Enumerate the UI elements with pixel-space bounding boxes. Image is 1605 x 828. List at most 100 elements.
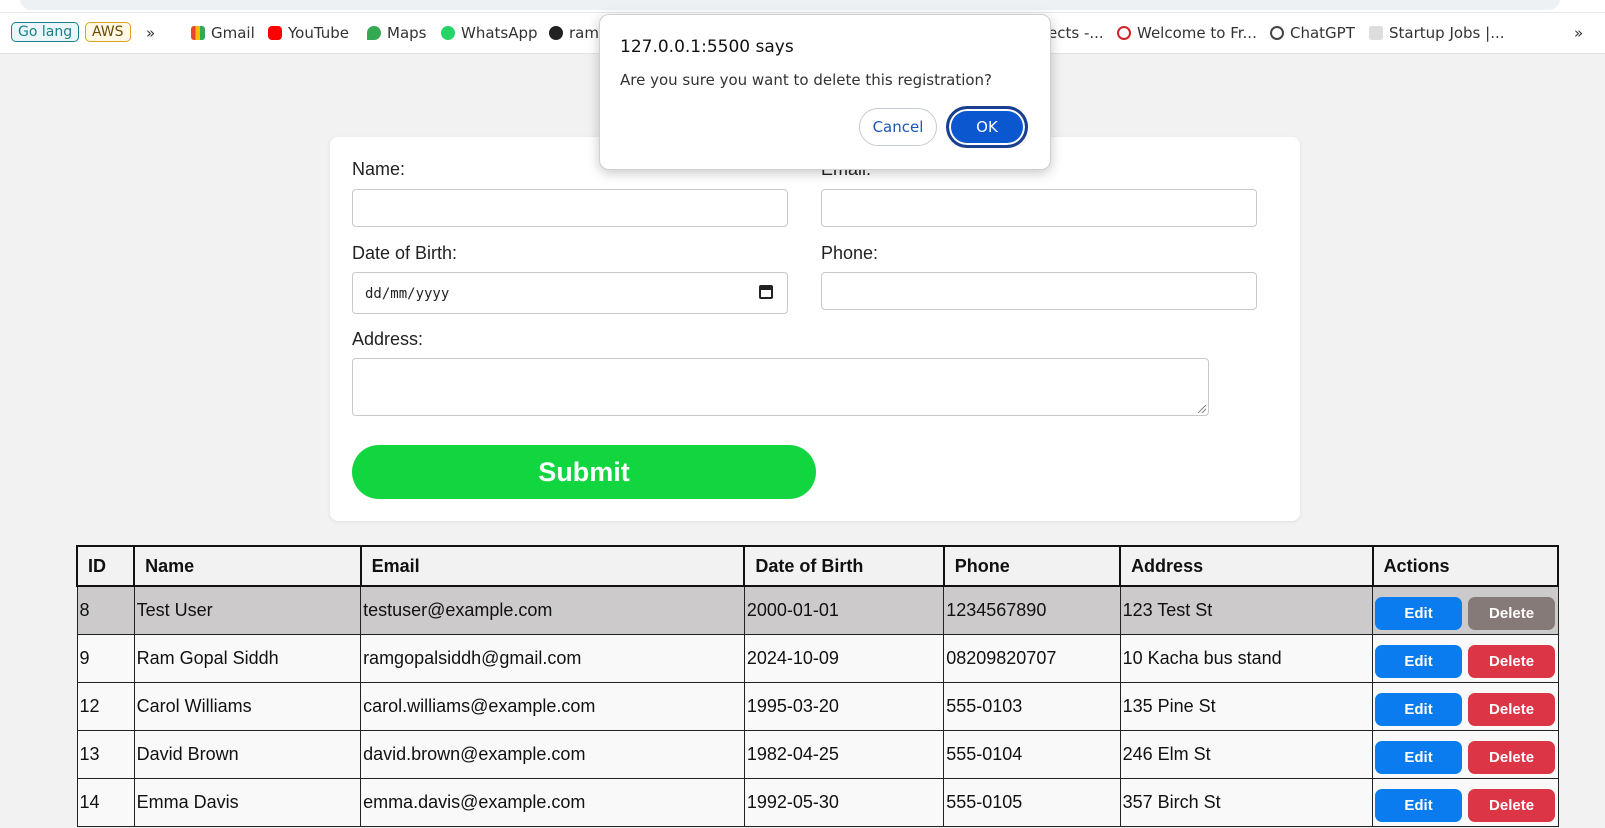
submit-button[interactable]: Submit	[352, 445, 816, 499]
cell-actions: Edit Delete	[1372, 730, 1559, 779]
cell-actions: Edit Delete	[1372, 778, 1559, 827]
cell-actions: Edit Delete	[1372, 634, 1559, 683]
email-input[interactable]	[821, 189, 1257, 227]
header-phone: Phone	[942, 545, 1122, 587]
cell-address: 10 Kacha bus stand	[1119, 634, 1374, 683]
delete-button[interactable]: Delete	[1468, 693, 1556, 726]
dialog-ok-button[interactable]: OK	[946, 106, 1028, 148]
bookmark-maps[interactable]: Maps	[367, 24, 426, 42]
delete-button[interactable]: Delete	[1468, 789, 1556, 822]
bookmark-chatgpt-label: ChatGPT	[1290, 24, 1355, 42]
dob-placeholder: dd/mm/yyyy	[365, 286, 450, 302]
cell-address: 357 Birch St	[1119, 778, 1374, 827]
gmail-icon	[191, 26, 205, 40]
cell-dob: 1992-05-30	[743, 778, 945, 827]
dob-label: Date of Birth:	[352, 243, 458, 263]
table-row: 14 Emma Davis emma.davis@example.com 199…	[76, 778, 1559, 827]
name-label: Name:	[352, 159, 406, 179]
cell-actions: Edit Delete	[1372, 585, 1559, 635]
header-email: Email	[359, 545, 746, 587]
edit-button[interactable]: Edit	[1375, 597, 1463, 630]
bookmark-youtube[interactable]: YouTube	[268, 24, 349, 42]
bookmark-whatsapp-label: WhatsApp	[461, 24, 538, 42]
cell-id: 13	[76, 730, 135, 779]
github-icon	[549, 26, 563, 40]
table-row: 9 Ram Gopal Siddh ramgopalsiddh@gmail.co…	[76, 634, 1559, 683]
bookmarks-overflow-right[interactable]: »	[1574, 24, 1583, 42]
header-dob: Date of Birth	[743, 545, 945, 587]
cell-name: Carol Williams	[133, 682, 362, 731]
address-label: Address:	[352, 329, 424, 349]
edit-button[interactable]: Edit	[1375, 693, 1463, 726]
bookmarks-overflow-left[interactable]: »	[146, 24, 155, 42]
bookmark-welcome[interactable]: Welcome to Fr...	[1117, 24, 1257, 42]
dialog-cancel-button[interactable]: Cancel	[859, 108, 937, 146]
welcome-site-icon	[1117, 26, 1131, 40]
bookmark-github-label: ram	[569, 24, 599, 42]
cell-phone: 08209820707	[943, 634, 1121, 683]
cell-actions: Edit Delete	[1372, 682, 1559, 731]
cell-id: 8	[76, 585, 135, 635]
table-row: 12 Carol Williams carol.williams@example…	[76, 682, 1559, 731]
delete-button[interactable]: Delete	[1468, 597, 1556, 630]
cell-phone: 555-0104	[943, 730, 1121, 779]
bookmark-projects[interactable]: ects -...	[1048, 24, 1104, 42]
bookmark-startup-jobs[interactable]: Startup Jobs |...	[1369, 24, 1505, 42]
cell-email: emma.davis@example.com	[360, 778, 745, 827]
cell-dob: 2000-01-01	[743, 585, 945, 635]
cell-name: Ram Gopal Siddh	[133, 634, 362, 683]
cell-email: testuser@example.com	[360, 585, 745, 635]
cell-id: 12	[76, 682, 135, 731]
delete-button[interactable]: Delete	[1468, 645, 1556, 678]
delete-button[interactable]: Delete	[1468, 741, 1556, 774]
bookmark-youtube-label: YouTube	[288, 24, 349, 42]
bookmark-gmail-label: Gmail	[211, 24, 255, 42]
bookmark-go-lang[interactable]: Go lang	[11, 22, 80, 42]
cell-email: ramgopalsiddh@gmail.com	[360, 634, 745, 683]
whatsapp-icon	[441, 26, 455, 40]
maps-pin-icon	[367, 26, 381, 40]
bookmark-aws[interactable]: AWS	[85, 22, 131, 42]
edit-button[interactable]: Edit	[1375, 645, 1463, 678]
bookmark-welcome-label: Welcome to Fr...	[1137, 24, 1257, 42]
cell-name: Emma Davis	[133, 778, 362, 827]
phone-label: Phone:	[821, 243, 879, 263]
address-bar[interactable]	[20, 0, 1560, 10]
dob-input[interactable]: dd/mm/yyyy	[352, 272, 788, 314]
bookmark-whatsapp[interactable]: WhatsApp	[441, 24, 538, 42]
cell-dob: 2024-10-09	[743, 634, 945, 683]
name-input[interactable]	[352, 189, 788, 227]
cell-name: Test User	[133, 585, 362, 635]
cell-email: carol.williams@example.com	[360, 682, 745, 731]
cell-address: 135 Pine St	[1119, 682, 1374, 731]
cell-phone: 555-0105	[943, 778, 1121, 827]
bookmark-gmail[interactable]: Gmail	[191, 24, 255, 42]
address-bar-strip	[0, 0, 1605, 13]
cell-id: 9	[76, 634, 135, 683]
bookmark-maps-label: Maps	[387, 24, 427, 42]
table-header-row: ID Name Email Date of Birth Phone Addres…	[75, 545, 1560, 587]
dialog-title: 127.0.0.1:5500 says	[620, 37, 794, 57]
bookmark-chatgpt[interactable]: ChatGPT	[1270, 24, 1355, 42]
header-actions: Actions	[1371, 545, 1560, 587]
address-textarea[interactable]	[352, 358, 1209, 416]
bookmark-startup-jobs-label: Startup Jobs |...	[1389, 24, 1505, 42]
header-name: Name	[133, 545, 362, 587]
cell-dob: 1982-04-25	[743, 730, 945, 779]
dialog-message: Are you sure you want to delete this reg…	[620, 71, 993, 89]
table-row: 8 Test User testuser@example.com 2000-01…	[76, 585, 1559, 635]
edit-button[interactable]: Edit	[1375, 741, 1463, 774]
header-id: ID	[75, 545, 136, 587]
edit-button[interactable]: Edit	[1375, 789, 1463, 822]
bookmark-github[interactable]: ram	[549, 24, 599, 42]
calendar-icon[interactable]	[759, 285, 773, 299]
table-row: 13 David Brown david.brown@example.com 1…	[76, 730, 1559, 779]
cell-email: david.brown@example.com	[360, 730, 745, 779]
resize-grip-icon[interactable]	[1198, 405, 1206, 413]
phone-input[interactable]	[821, 272, 1257, 310]
cell-phone: 555-0103	[943, 682, 1121, 731]
confirm-dialog: 127.0.0.1:5500 says Are you sure you wan…	[599, 14, 1051, 170]
cell-address: 123 Test St	[1119, 585, 1374, 635]
cell-address: 246 Elm St	[1119, 730, 1374, 779]
header-address: Address	[1119, 545, 1374, 587]
